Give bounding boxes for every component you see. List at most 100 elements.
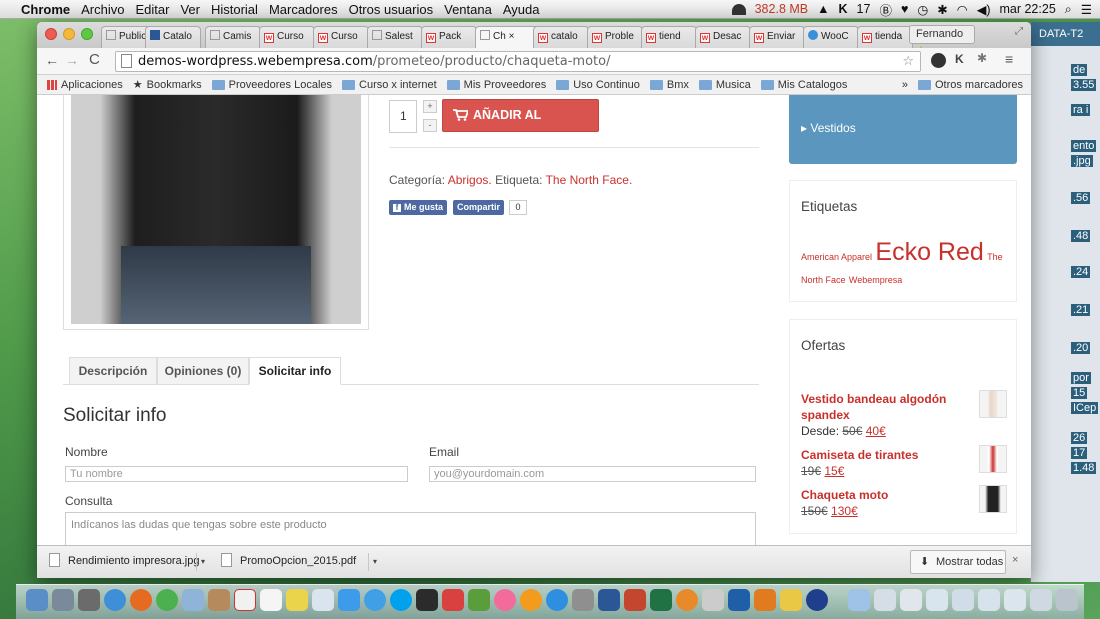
offer-thumbnail[interactable] [979,485,1007,513]
tag-link[interactable]: The North Face. [546,173,633,187]
tag-link[interactable]: American Apparel [801,252,872,262]
facebook-share-button[interactable]: Compartir [453,200,505,215]
app-store-icon[interactable] [546,589,568,611]
menu-archivo[interactable]: Archivo [81,2,124,17]
browser-tab[interactable]: WooC [803,26,859,48]
downloads-stack-icon[interactable] [900,589,922,611]
browser-tab[interactable]: Salest [367,26,423,48]
quantity-plus-button[interactable]: + [423,100,437,113]
background-window[interactable]: DATA-T2 de 3.55 ra i ento .jpg .56 .48 .… [1030,22,1100,582]
download-item[interactable]: Rendimiento impresora.jpg ▾ [41,550,207,574]
contacts-icon[interactable] [208,589,230,611]
minimized-window-icon[interactable] [1030,589,1052,611]
stickies-icon[interactable] [286,589,308,611]
bookmark-folder[interactable]: Mis Proveedores [446,79,546,91]
close-downloads-icon[interactable]: × [1012,554,1018,566]
product-photo[interactable] [71,95,361,324]
bookmark-bookmarks[interactable]: ★ Bookmarks [133,78,202,92]
chrome-icon[interactable] [156,589,178,611]
menu-ayuda[interactable]: Ayuda [503,2,540,17]
vlc-icon[interactable] [676,589,698,611]
browser-tab[interactable]: w Curso [259,26,315,48]
tab-descripcion[interactable]: Descripción [69,357,157,385]
offer-thumbnail[interactable] [979,445,1007,473]
menu-editar[interactable]: Editar [135,2,169,17]
bookmark-folder[interactable]: Musica [698,79,751,91]
fullscreen-icon[interactable]: ⤢ [1015,26,1023,37]
applications-folder-icon[interactable] [848,589,870,611]
menu-ventana[interactable]: Ventana [444,2,492,17]
illustrator-icon[interactable] [754,589,776,611]
menu-historial[interactable]: Historial [211,2,258,17]
launchpad-icon[interactable] [52,589,74,611]
help-icon[interactable] [702,589,724,611]
offer-name[interactable]: Camiseta de tirantes [801,447,981,463]
documents-stack-icon[interactable] [874,589,896,611]
skype-icon[interactable] [390,589,412,611]
browser-tab[interactable]: w Desac [695,26,751,48]
category-item-vestidos[interactable]: ▸ Vestidos [801,121,856,135]
tag-link[interactable]: Webempresa [849,275,902,285]
add-to-cart-button[interactable]: AÑADIR AL CARRITO [442,99,599,153]
calendar-icon[interactable] [234,589,256,611]
email-input[interactable]: you@yourdomain.com [429,466,756,482]
browser-tab-active[interactable]: Ch × [475,26,539,48]
bookmark-folder[interactable]: Proveedores Locales [211,79,332,91]
heart-icon[interactable]: ♥ [901,2,908,16]
camera-icon[interactable] [416,589,438,611]
filezilla-icon[interactable] [780,589,802,611]
name-input[interactable]: Tu nombre [65,466,408,482]
bookmark-folder[interactable]: Bmx [649,79,689,91]
close-tab-icon[interactable]: × [509,31,515,42]
menu-otros-usuarios[interactable]: Otros usuarios [349,2,434,17]
clock[interactable]: mar 22:25 [999,2,1055,16]
mission-control-icon[interactable] [78,589,100,611]
preview-icon[interactable] [312,589,334,611]
bookmark-folder[interactable]: Curso x internet [342,79,437,91]
mail-icon[interactable] [182,589,204,611]
itunes-icon[interactable] [494,589,516,611]
notes-icon[interactable] [260,589,282,611]
time-machine-icon[interactable]: ◷ [917,2,928,17]
download-item[interactable]: PromoOpcion_2015.pdf ▾ [213,550,379,574]
tab-solicitar-info[interactable]: Solicitar info [249,357,341,385]
bookmark-apps[interactable]: Aplicaciones [47,79,123,91]
photo-booth-icon[interactable] [442,589,464,611]
messages-icon[interactable] [338,589,360,611]
word-icon[interactable] [598,589,620,611]
browser-tab[interactable]: w Proble [587,26,643,48]
tab-opiniones[interactable]: Opiniones (0) [157,357,249,385]
show-all-downloads-button[interactable]: ⬇ Mostrar todas [910,550,1006,574]
notification-count[interactable]: 17 [857,2,871,16]
bluetooth-icon[interactable]: ✱ [937,2,947,17]
bbedit-icon[interactable] [806,589,828,611]
back-icon[interactable]: ← [45,52,59,68]
browser-tab[interactable]: w Pack [421,26,477,48]
query-textarea[interactable]: Indícanos las dudas que tengas sobre est… [65,512,756,545]
browser-tab[interactable]: w Enviar [749,26,805,48]
browser-tab[interactable]: w tiend [641,26,697,48]
firefox-icon[interactable] [130,589,152,611]
minimized-window-icon[interactable] [952,589,974,611]
system-preferences-icon[interactable] [572,589,594,611]
notification-center-icon[interactable]: ☰ [1081,2,1092,17]
finder-icon[interactable] [26,589,48,611]
k-extension-icon[interactable]: K [955,52,964,66]
other-bookmarks[interactable]: Otros marcadores [917,79,1023,91]
browser-tab[interactable]: Camis [205,26,261,48]
page-info-icon[interactable] [121,54,132,68]
reload-icon[interactable]: C [89,51,100,68]
tag-link[interactable]: Ecko Red [875,238,983,266]
forward-icon[interactable]: → [65,52,79,68]
wifi-icon[interactable]: ◠ [957,2,968,17]
close-window-icon[interactable] [45,28,57,40]
offer-name[interactable]: Chaqueta moto [801,487,981,503]
powerpoint-icon[interactable] [624,589,646,611]
minimized-window-icon[interactable] [1004,589,1026,611]
puzzle-extension-icon[interactable]: ✱ [977,51,987,65]
trash-icon[interactable] [1056,589,1078,611]
photoshop-icon[interactable] [728,589,750,611]
facebook-like-button[interactable]: f Me gusta [389,200,448,215]
download-menu-arrow[interactable]: ▾ [196,553,209,571]
offer-name[interactable]: Vestido bandeau algodón spandex [801,391,981,423]
